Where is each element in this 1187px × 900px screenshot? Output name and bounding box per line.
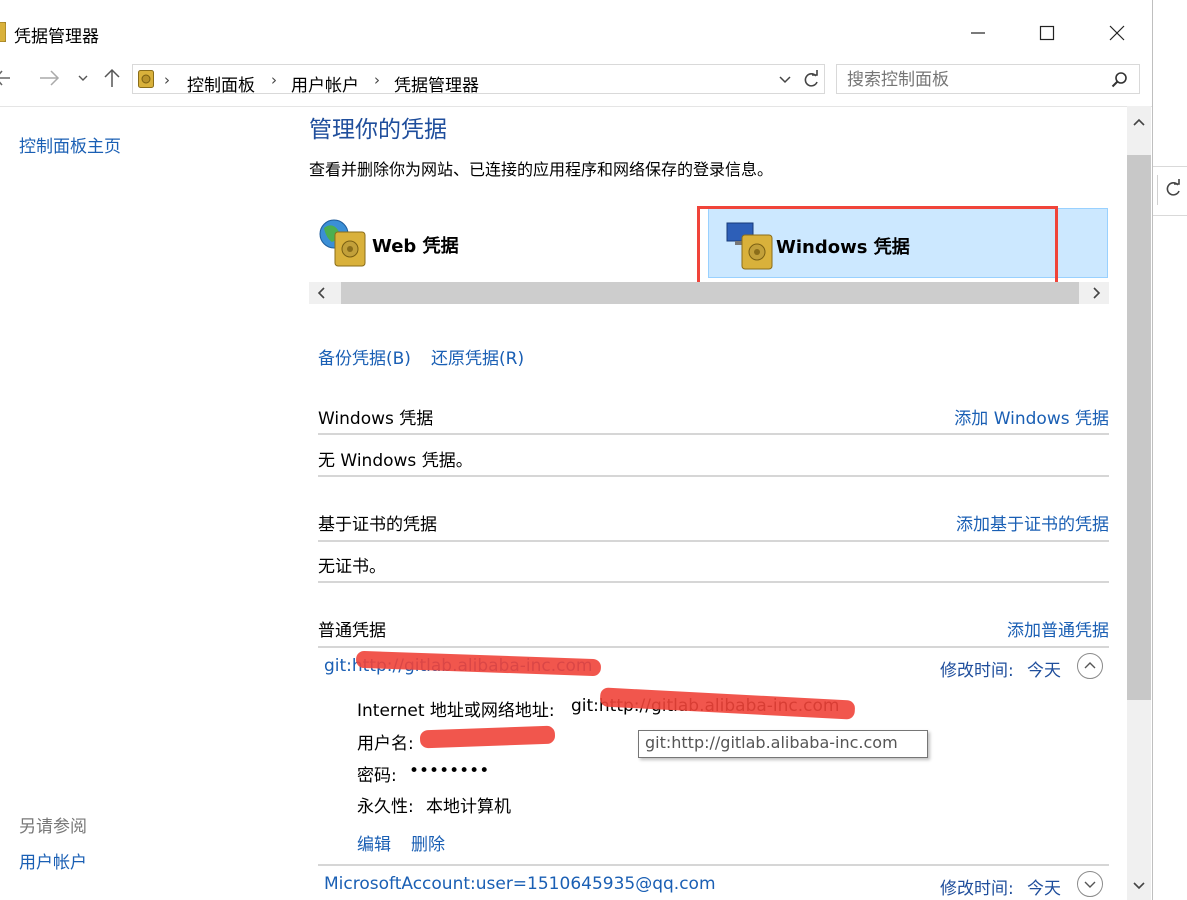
divider [318, 475, 1109, 477]
divider [318, 433, 1109, 435]
back-button[interactable] [0, 66, 12, 95]
generic-credentials-heading: 普通凭据 [318, 621, 386, 641]
maximize-button[interactable] [1024, 16, 1070, 50]
chevron-down-icon [78, 75, 88, 81]
page-title: 管理你的凭据 [309, 117, 447, 143]
tabs-scrollbar-thumb[interactable] [341, 282, 1079, 304]
expand-button[interactable] [1077, 871, 1103, 897]
password-value: •••••••• [409, 761, 490, 781]
modified-time-value: 今天 [1027, 879, 1061, 899]
username-label: 用户名: [357, 734, 414, 754]
scroll-up-icon[interactable] [1132, 116, 1146, 130]
collapse-button[interactable] [1077, 653, 1103, 679]
add-windows-credential-link[interactable]: 添加 Windows 凭据 [954, 404, 1109, 429]
breadcrumb-control-panel[interactable]: 控制面板 [187, 71, 255, 96]
no-windows-credentials-text: 无 Windows 凭据。 [318, 451, 473, 471]
search-icon[interactable] [1111, 71, 1129, 89]
edit-credential-link[interactable]: 编辑 [357, 830, 391, 855]
divider [318, 581, 1109, 583]
modified-time-label: 修改时间: [940, 879, 1014, 899]
chevron-up-icon [1084, 662, 1096, 669]
vertical-scrollbar-thumb[interactable] [1127, 155, 1151, 700]
sidebar-link-user-accounts[interactable]: 用户帐户 [19, 848, 87, 873]
backup-credentials-link[interactable]: 备份凭据(B) [318, 344, 411, 369]
sidebar: 控制面板主页 另请参阅 用户帐户 [0, 106, 290, 900]
scroll-down-icon[interactable] [1132, 878, 1146, 892]
search-input[interactable] [845, 68, 1109, 92]
annotation-highlight-box [697, 206, 1058, 290]
windows-credentials-heading: Windows 凭据 [318, 409, 434, 429]
credential-name[interactable]: MicrosoftAccount:user=1510645935@qq.com [324, 874, 716, 894]
window-title: 凭据管理器 [14, 27, 99, 47]
close-icon [1109, 25, 1125, 41]
delete-credential-link[interactable]: 删除 [411, 830, 445, 855]
redaction-mark [419, 725, 556, 749]
sidebar-link-control-panel-home[interactable]: 控制面板主页 [19, 132, 121, 157]
forward-arrow-icon [40, 70, 60, 86]
breadcrumb-separator: › [271, 71, 277, 89]
up-button[interactable] [103, 66, 121, 95]
internet-address-label: Internet 地址或网络地址: [357, 701, 555, 721]
chevron-down-icon [1084, 881, 1096, 888]
credential-vault-icon [138, 70, 154, 88]
background-window-toolbar [1153, 166, 1187, 216]
close-button[interactable] [1094, 16, 1140, 50]
persistence-label: 永久性: [357, 797, 414, 817]
add-generic-credential-link[interactable]: 添加普通凭据 [1007, 616, 1109, 641]
scroll-right-icon[interactable] [1089, 286, 1103, 300]
add-certificate-credential-link[interactable]: 添加基于证书的凭据 [956, 510, 1109, 535]
modified-time-label: 修改时间: [940, 661, 1014, 681]
divider [318, 540, 1109, 542]
address-bar[interactable]: › 控制面板 › 用户帐户 › 凭据管理器 [132, 64, 825, 96]
minimize-icon [971, 32, 985, 34]
modified-time-value: 今天 [1027, 661, 1061, 681]
credential-vault-icon [0, 22, 6, 42]
scroll-left-icon[interactable] [315, 286, 329, 300]
title-bar: 凭据管理器 [0, 0, 1152, 64]
breadcrumb-user-accounts[interactable]: 用户帐户 [291, 71, 359, 96]
divider [318, 646, 1109, 648]
maximize-icon [1039, 25, 1055, 41]
breadcrumb-separator: › [374, 71, 380, 89]
certificate-credentials-heading: 基于证书的凭据 [318, 515, 437, 535]
divider [318, 864, 1109, 866]
password-label: 密码: [357, 766, 397, 786]
no-certificates-text: 无证书。 [318, 557, 386, 577]
breadcrumb-separator: › [164, 71, 170, 89]
up-arrow-icon [104, 68, 120, 87]
tab-web-credentials[interactable]: Web 凭据 [318, 212, 698, 278]
chevron-down-icon[interactable] [778, 73, 792, 87]
page-description: 查看并删除你为网站、已连接的应用程序和网络保存的登录信息。 [309, 160, 774, 179]
search-box[interactable] [836, 64, 1140, 94]
forward-button[interactable] [38, 66, 60, 95]
recent-locations-button[interactable] [77, 66, 89, 95]
credential-tooltip: git:http://gitlab.alibaba-inc.com [638, 730, 928, 758]
see-also-heading: 另请参阅 [19, 817, 87, 837]
refresh-icon[interactable] [801, 70, 821, 90]
refresh-icon[interactable] [1163, 179, 1183, 199]
persistence-value: 本地计算机 [426, 797, 511, 817]
web-credential-vault-icon [319, 219, 366, 267]
tab-web-credentials-label: Web 凭据 [372, 236, 459, 257]
back-arrow-icon [0, 70, 10, 86]
restore-credentials-link[interactable]: 还原凭据(R) [431, 344, 524, 369]
credential-manager-window: 凭据管理器 › 控制面板 › 用户帐户 › 凭据管理器 搜索控制面板 控制面板主… [0, 0, 1153, 900]
breadcrumb-credential-manager[interactable]: 凭据管理器 [394, 71, 479, 96]
minimize-button[interactable] [955, 16, 1001, 50]
divider [1157, 175, 1158, 205]
